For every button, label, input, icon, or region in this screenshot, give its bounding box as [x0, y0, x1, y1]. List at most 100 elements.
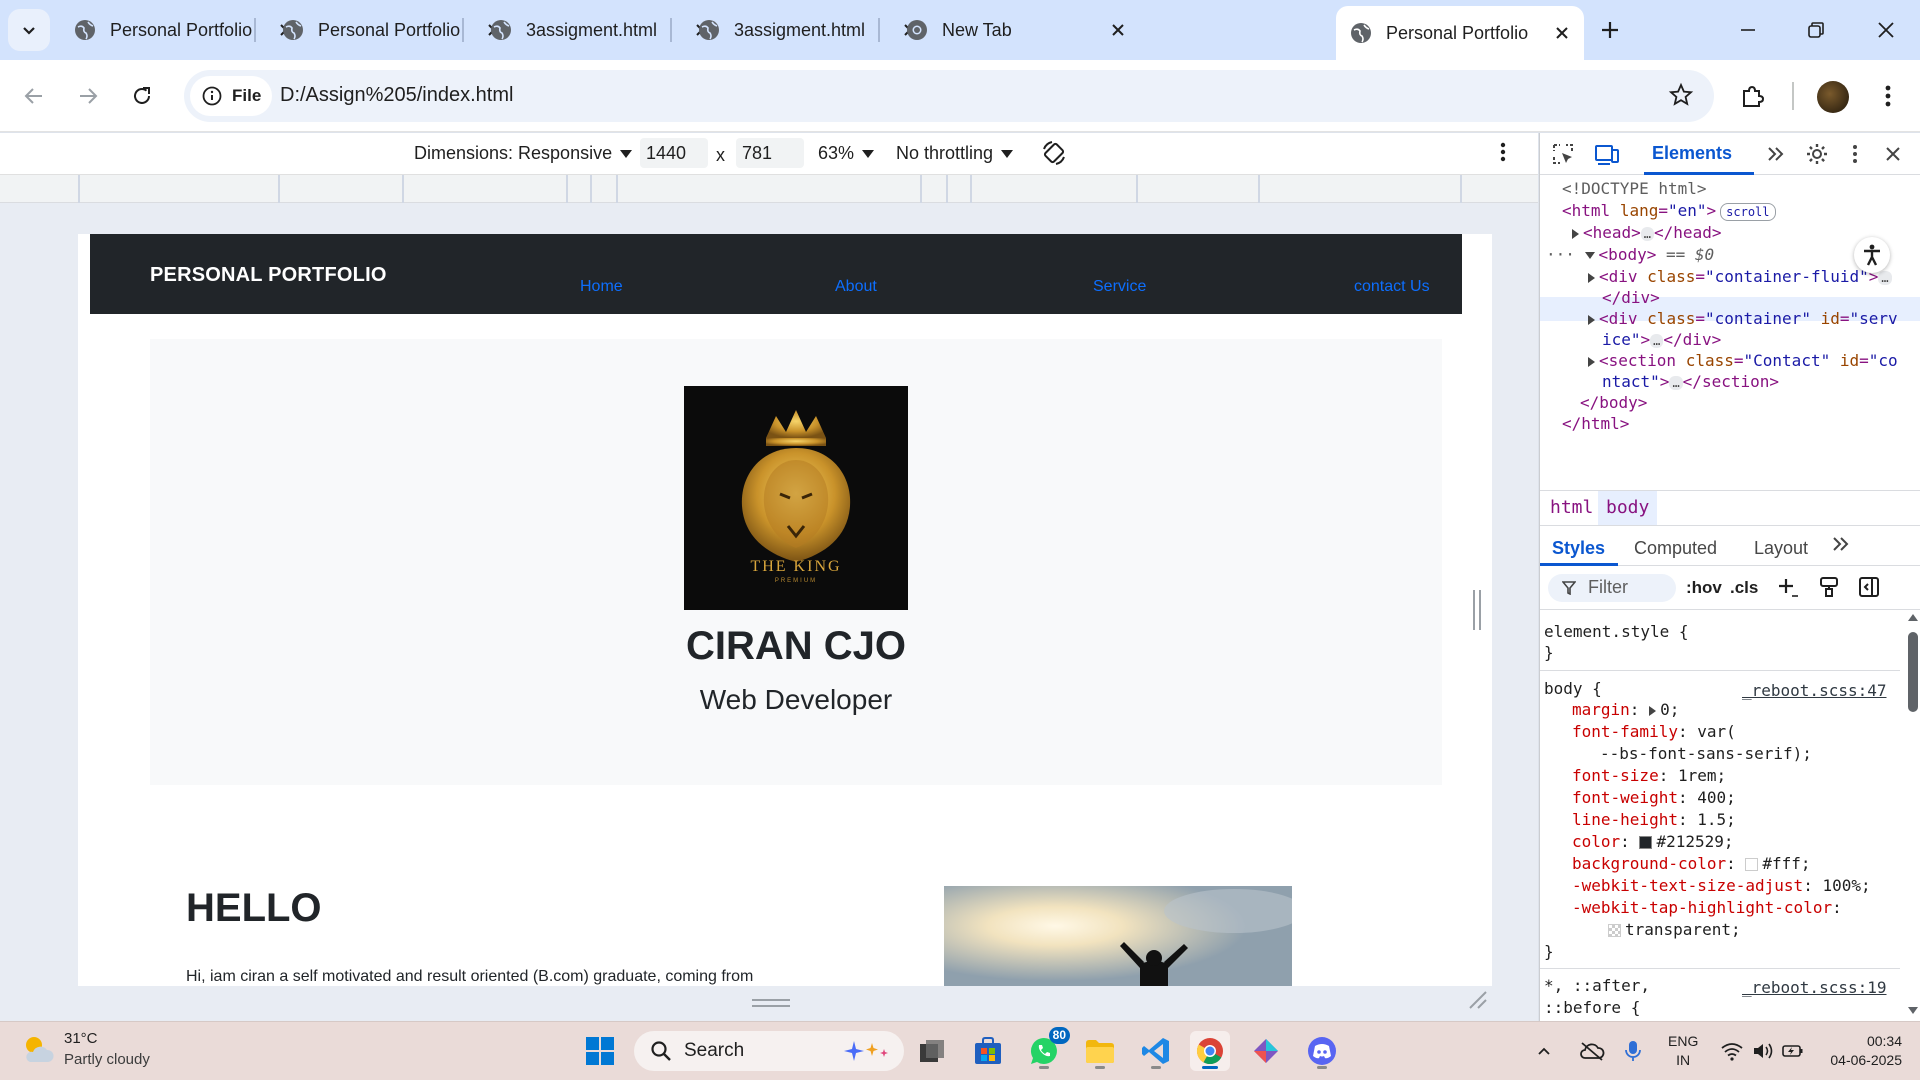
- paint-format-button[interactable]: [1818, 576, 1840, 603]
- site-brand[interactable]: PERSONAL PORTFOLIO: [150, 264, 387, 287]
- tab-elements[interactable]: Elements: [1652, 143, 1732, 164]
- restore-button[interactable]: [1796, 12, 1836, 48]
- tab-search-button[interactable]: [8, 9, 50, 51]
- rotate-button[interactable]: [1040, 139, 1068, 172]
- css-prop-font-family[interactable]: font-family: var(: [1572, 722, 1736, 742]
- chrome-app[interactable]: [1190, 1031, 1230, 1071]
- styles-filter-input[interactable]: Filter: [1548, 574, 1676, 602]
- weather-widget[interactable]: [20, 1032, 56, 1073]
- nav-link-service[interactable]: Service: [1093, 278, 1146, 296]
- tray-microphone[interactable]: [1618, 1031, 1648, 1071]
- dom-section-contact-cont[interactable]: ntact">… </section>: [1602, 372, 1779, 392]
- file-explorer-app[interactable]: [1080, 1031, 1120, 1071]
- universal-rule-selector-cont[interactable]: ::before {: [1544, 998, 1640, 1018]
- quick-settings-button[interactable]: [1712, 1031, 1812, 1071]
- nav-link-home[interactable]: Home: [580, 278, 623, 296]
- extensions-button[interactable]: [1734, 78, 1770, 114]
- cls-toggle-button[interactable]: .cls: [1730, 578, 1758, 598]
- body-rule-selector[interactable]: body {: [1544, 679, 1602, 699]
- scroll-badge[interactable]: scroll: [1720, 203, 1776, 221]
- scroll-thumb[interactable]: [1908, 632, 1918, 712]
- element-style-rule[interactable]: element.style {: [1544, 622, 1689, 642]
- new-style-rule-button[interactable]: [1776, 576, 1800, 605]
- dom-section-contact[interactable]: <section class="Contact" id="co: [1588, 351, 1898, 371]
- css-prop-tap-highlight[interactable]: -webkit-tap-highlight-color:: [1572, 898, 1842, 918]
- css-prop-font-size[interactable]: font-size: 1rem;: [1572, 766, 1726, 786]
- tab-layout[interactable]: Layout: [1754, 538, 1808, 559]
- browser-menu-button[interactable]: [1870, 78, 1906, 114]
- universal-rule-selector[interactable]: *, ::after,: [1544, 976, 1650, 996]
- universal-rule-source-link[interactable]: _reboot.scss:19: [1742, 978, 1887, 998]
- address-bar[interactable]: File D:/Assign%205/index.html: [184, 70, 1714, 122]
- gemini-like-app[interactable]: [1246, 1031, 1286, 1071]
- tray-cloud-sync[interactable]: [1574, 1031, 1610, 1071]
- color-swatch[interactable]: [1745, 858, 1759, 871]
- start-button[interactable]: [580, 1031, 620, 1071]
- close-window-button[interactable]: [1866, 12, 1906, 48]
- dom-div-container-fluid[interactable]: <div class="container-fluid">…: [1588, 267, 1892, 287]
- color-swatch[interactable]: [1608, 924, 1621, 937]
- throttling-select[interactable]: No throttling: [896, 143, 1014, 164]
- body-rule-source-link[interactable]: _reboot.scss:47: [1742, 681, 1887, 701]
- color-swatch[interactable]: [1639, 836, 1653, 849]
- input-language-indicator[interactable]: ENG IN: [1668, 1032, 1698, 1070]
- close-icon[interactable]: [1552, 23, 1572, 43]
- viewport-resize-right-handle[interactable]: [1473, 590, 1481, 630]
- site-info-chip[interactable]: File: [190, 76, 272, 116]
- css-prop-margin[interactable]: margin: 0;: [1572, 700, 1679, 720]
- weather-temperature[interactable]: 31°C: [64, 1030, 98, 1047]
- viewport-resize-bottom-handle[interactable]: [752, 999, 790, 1007]
- viewport-resize-corner-handle[interactable]: [1468, 990, 1488, 1015]
- dom-body-close[interactable]: </body>: [1580, 393, 1647, 413]
- profile-avatar[interactable]: [1817, 81, 1849, 113]
- dom-html-open[interactable]: <html lang="en"> scroll: [1562, 201, 1776, 221]
- accessibility-tree-button[interactable]: [1854, 237, 1890, 273]
- show-hidden-icons-button[interactable]: [1532, 1031, 1556, 1071]
- whatsapp-app[interactable]: 80: [1024, 1027, 1070, 1071]
- css-prop-font-weight[interactable]: font-weight: 400;: [1572, 788, 1736, 808]
- devtools-close-button[interactable]: [1880, 141, 1906, 167]
- back-button[interactable]: [16, 78, 52, 114]
- more-tabs-button[interactable]: [1762, 141, 1788, 167]
- device-toolbar-menu[interactable]: [1500, 141, 1506, 168]
- styles-scrollbar[interactable]: [1906, 610, 1918, 1021]
- css-prop-line-height[interactable]: line-height: 1.5;: [1572, 810, 1736, 830]
- taskbar-search[interactable]: Search: [634, 1031, 904, 1071]
- discord-app[interactable]: [1302, 1031, 1342, 1071]
- device-toggle-button[interactable]: [1594, 141, 1620, 167]
- bookmark-star-icon[interactable]: [1668, 82, 1694, 113]
- dom-doctype[interactable]: <!DOCTYPE html>: [1562, 179, 1707, 199]
- dom-html-close[interactable]: </html>: [1562, 414, 1629, 434]
- task-view-button[interactable]: [912, 1031, 952, 1071]
- zoom-select[interactable]: 63%: [818, 143, 875, 164]
- tab-new-tab[interactable]: New Tab: [892, 8, 1140, 52]
- dom-div-close[interactable]: </div>: [1602, 288, 1660, 308]
- forward-button[interactable]: [70, 78, 106, 114]
- breadcrumb-body[interactable]: body: [1598, 491, 1658, 525]
- css-prop-background-color[interactable]: background-color: #fff;: [1572, 854, 1811, 874]
- inspect-element-button[interactable]: [1550, 141, 1576, 167]
- reload-button[interactable]: [124, 78, 160, 114]
- dimensions-select[interactable]: Dimensions: Responsive: [414, 143, 633, 164]
- tab-computed[interactable]: Computed: [1634, 538, 1717, 559]
- weather-description[interactable]: Partly cloudy: [64, 1051, 150, 1068]
- devtools-menu-button[interactable]: [1842, 141, 1868, 167]
- css-prop-text-size-adjust[interactable]: -webkit-text-size-adjust: 100%;: [1572, 876, 1871, 896]
- dom-div-container-service[interactable]: <div class="container" id="serv: [1588, 309, 1898, 329]
- minimize-button[interactable]: [1728, 12, 1768, 48]
- width-input[interactable]: 1440: [640, 138, 708, 168]
- breadcrumb-html[interactable]: html: [1550, 497, 1593, 518]
- tab-personal-portfolio-active[interactable]: Personal Portfolio: [1336, 6, 1584, 60]
- new-tab-button[interactable]: [1592, 12, 1628, 48]
- dom-body-open[interactable]: ··· <body> == $0: [1546, 245, 1714, 265]
- tab-styles[interactable]: Styles: [1552, 538, 1605, 559]
- dom-div-service-cont[interactable]: ice">… </div>: [1602, 330, 1721, 350]
- system-clock[interactable]: 00:34 04-06-2025: [1818, 1032, 1902, 1070]
- css-prop-color[interactable]: color: #212529;: [1572, 832, 1734, 852]
- nav-link-contact[interactable]: contact Us: [1354, 278, 1430, 296]
- toggle-sidebar-button[interactable]: [1858, 576, 1880, 603]
- hov-toggle-button[interactable]: :hov: [1686, 578, 1722, 598]
- close-icon[interactable]: [1108, 20, 1128, 40]
- devtools-settings-button[interactable]: [1804, 141, 1830, 167]
- vscode-app[interactable]: [1136, 1031, 1176, 1071]
